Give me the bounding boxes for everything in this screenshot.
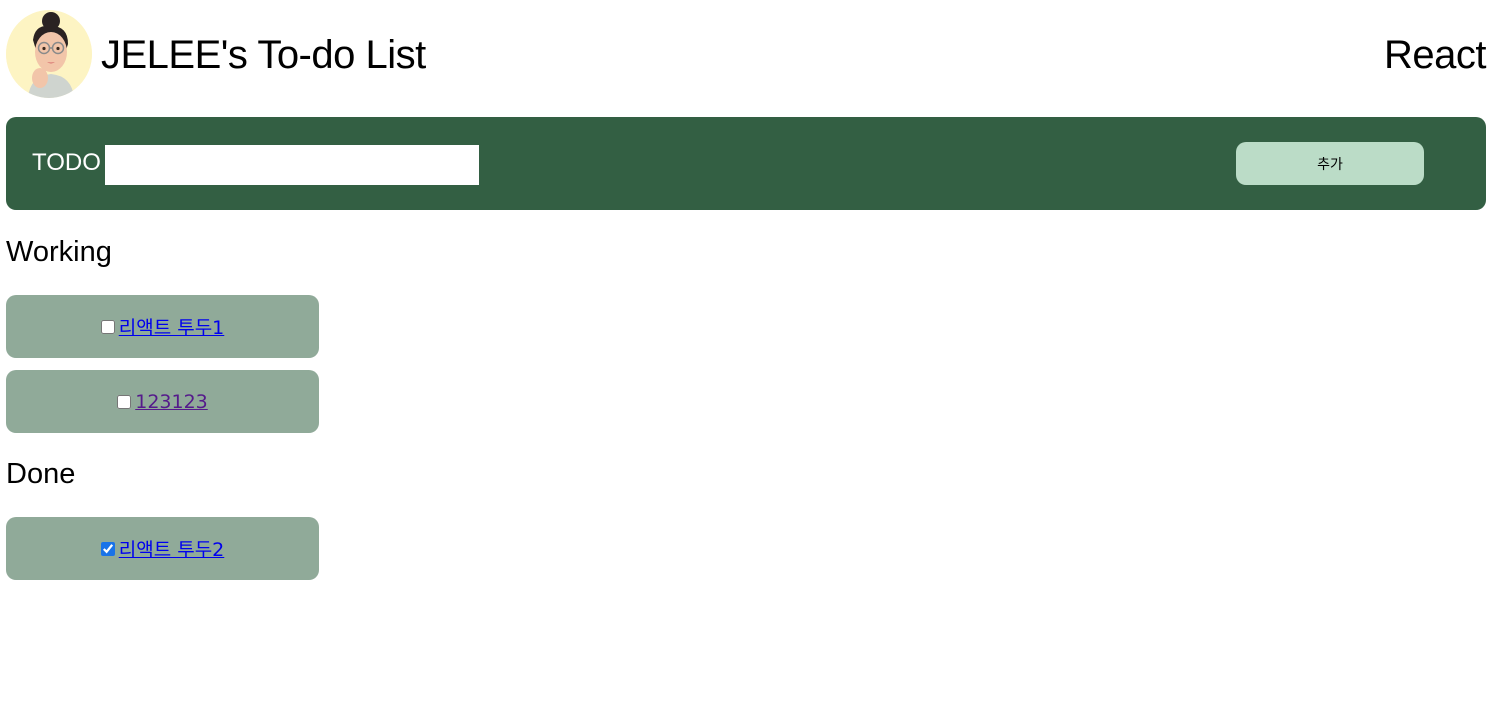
done-section-title: Done [6, 458, 76, 490]
add-button[interactable]: 추가 [1236, 142, 1424, 185]
todo-link[interactable]: 리액트 투두1 [119, 313, 225, 340]
add-todo-form: TODO 추가 [6, 117, 1486, 210]
todo-card: 리액트 투두1 [6, 295, 319, 358]
avatar [6, 10, 92, 98]
todo-link[interactable]: 123123 [135, 391, 208, 413]
app-title: JELEE's To-do List [101, 33, 426, 77]
todo-card: 리액트 투두2 [6, 517, 319, 580]
header: JELEE's To-do List React [6, 10, 1487, 98]
todo-checkbox[interactable] [100, 319, 115, 334]
todo-card: 123123 [6, 370, 319, 433]
todo-link[interactable]: 리액트 투두2 [119, 535, 225, 562]
brand-label: React [1384, 33, 1487, 77]
todo-input[interactable] [105, 145, 479, 185]
todo-checkbox[interactable] [100, 541, 115, 556]
todo-label: TODO [32, 149, 101, 176]
avatar-icon [6, 11, 92, 98]
working-section-title: Working [6, 236, 112, 268]
todo-checkbox[interactable] [117, 394, 132, 409]
